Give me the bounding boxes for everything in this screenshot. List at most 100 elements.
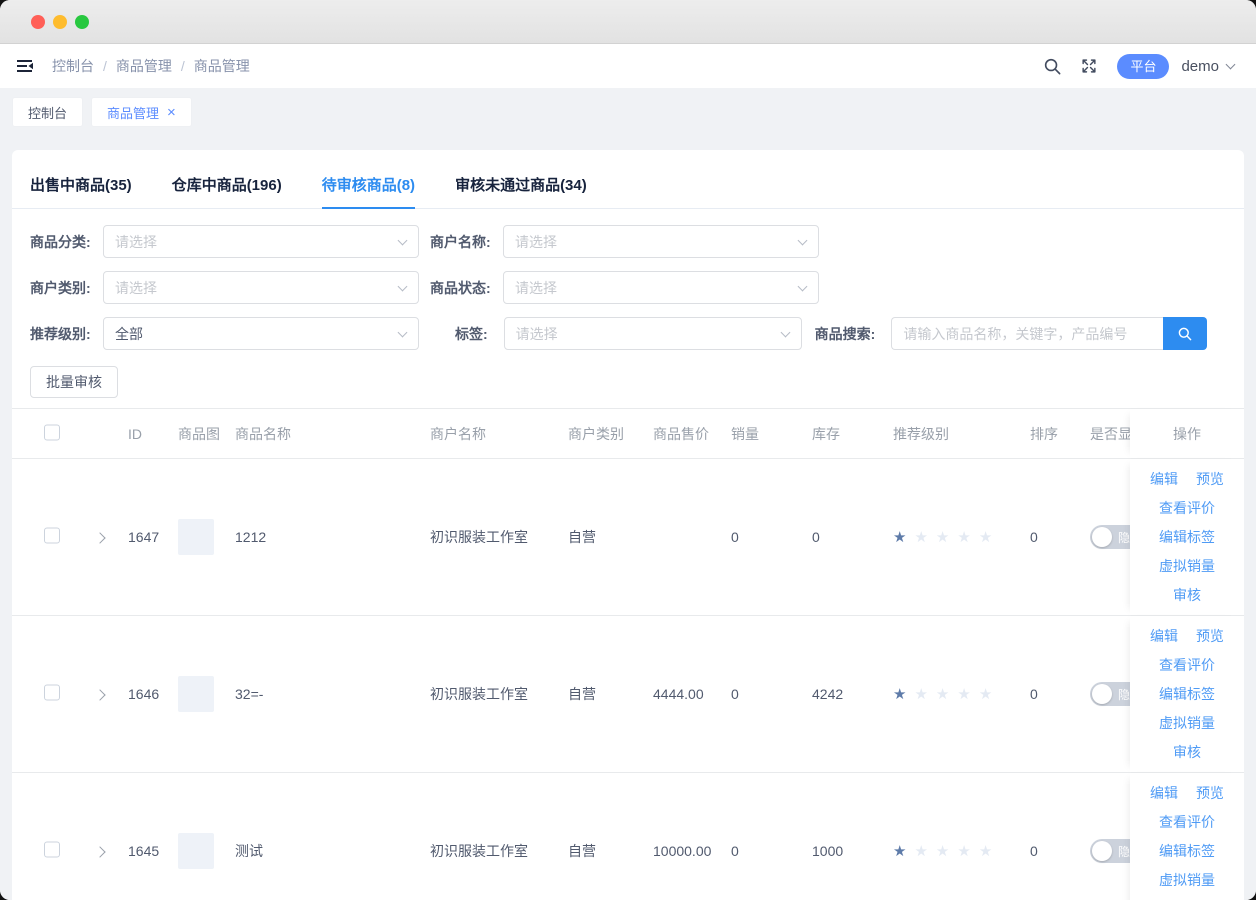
tab-pending-review[interactable]: 待审核商品(8) (322, 174, 415, 209)
breadcrumb: 控制台 / 商品管理 / 商品管理 (52, 56, 250, 76)
chevron-down-icon (398, 236, 408, 246)
recommend-rating[interactable]: ★★★★★ (893, 685, 1000, 703)
tab-on-sale[interactable]: 出售中商品(35) (30, 174, 132, 208)
edit-link[interactable]: 编辑 (1150, 785, 1178, 801)
row-checkbox[interactable] (44, 842, 60, 858)
row-checkbox[interactable] (44, 528, 60, 544)
virtual-sales-link[interactable]: 虚拟销量 (1159, 872, 1215, 888)
merchant-type: 自营 (568, 684, 596, 704)
expand-row-icon[interactable] (96, 843, 104, 859)
preview-link[interactable]: 预览 (1196, 628, 1224, 644)
table-row: 1646 32=- 初识服装工作室 自营 4444.00 0 4242 ★★★★… (12, 616, 1244, 773)
row-checkbox[interactable] (44, 685, 60, 701)
header-merchant: 商户名称 (430, 424, 486, 444)
tab-in-warehouse[interactable]: 仓库中商品(196) (172, 174, 282, 208)
product-category-select[interactable]: 请选择 (103, 225, 419, 258)
toggle-knob (1092, 684, 1112, 704)
review-link[interactable]: 审核 (1173, 587, 1201, 603)
header-sort: 排序 (1030, 424, 1058, 444)
preview-link[interactable]: 预览 (1196, 785, 1224, 801)
chevron-down-icon (398, 328, 408, 338)
merchant-name: 初识服装工作室 (430, 527, 528, 547)
bulk-review-button[interactable]: 批量审核 (30, 366, 118, 398)
edit-link[interactable]: 编辑 (1150, 628, 1178, 644)
tag-select[interactable]: 请选择 (504, 317, 802, 350)
product-id: 1645 (128, 843, 159, 859)
review-link[interactable]: 审核 (1173, 744, 1201, 760)
recommend-rating[interactable]: ★★★★★ (893, 842, 1000, 860)
search-button[interactable] (1163, 317, 1207, 350)
product-search-input[interactable] (891, 317, 1163, 350)
product-search-group (891, 317, 1207, 350)
product-status-tabs: 出售中商品(35) 仓库中商品(196) 待审核商品(8) 审核未通过商品(34… (12, 150, 1244, 209)
product-table: ID 商品图 商品名称 商户名称 商户类别 商品售价 销量 库存 推荐级别 排序… (12, 408, 1244, 900)
merchant-type-label: 商户类别: (30, 278, 95, 298)
sort-value: 0 (1030, 843, 1038, 859)
close-window-button[interactable] (31, 15, 45, 29)
recommend-level-select[interactable]: 全部 (103, 317, 419, 350)
recommend-rating[interactable]: ★★★★★ (893, 528, 1000, 546)
product-sales: 0 (731, 843, 739, 859)
chevron-down-icon (798, 282, 808, 292)
header-actions: 平台 demo (1042, 54, 1234, 79)
edit-tags-link[interactable]: 编辑标签 (1159, 529, 1215, 545)
merchant-type: 自营 (568, 527, 596, 547)
breadcrumb-item-console[interactable]: 控制台 (52, 56, 94, 76)
user-menu[interactable]: demo (1181, 58, 1234, 75)
sidebar-collapse-icon[interactable] (14, 55, 36, 77)
filter-form: 商品分类: 请选择 商户名称: 请选择 商户类别: 请选择 (12, 209, 1244, 350)
product-stock: 1000 (812, 843, 843, 859)
expand-row-icon[interactable] (96, 686, 104, 702)
close-tag-icon[interactable]: × (167, 105, 176, 120)
search-icon[interactable] (1042, 56, 1062, 76)
zoom-window-button[interactable] (75, 15, 89, 29)
edit-link[interactable]: 编辑 (1150, 471, 1178, 487)
tag-product-management[interactable]: 商品管理 × (91, 97, 192, 127)
header-name: 商品名称 (235, 424, 291, 444)
product-price: 10000.00 (653, 843, 711, 859)
recommend-level-label: 推荐级别: (30, 324, 95, 344)
merchant-name: 初识服装工作室 (430, 684, 528, 704)
merchant-name-select[interactable]: 请选择 (503, 225, 819, 258)
product-name: 测试 (235, 841, 263, 861)
header-recommend: 推荐级别 (893, 424, 949, 444)
view-reviews-link[interactable]: 查看评价 (1159, 500, 1215, 516)
virtual-sales-link[interactable]: 虚拟销量 (1159, 715, 1215, 731)
tag-console[interactable]: 控制台 (12, 97, 83, 127)
breadcrumb-separator: / (103, 58, 107, 74)
view-reviews-link[interactable]: 查看评价 (1159, 814, 1215, 830)
table-row: 1645 测试 初识服装工作室 自营 10000.00 0 1000 ★★★★★… (12, 773, 1244, 900)
toggle-knob (1092, 527, 1112, 547)
preview-link[interactable]: 预览 (1196, 471, 1224, 487)
product-status-select[interactable]: 请选择 (503, 271, 819, 304)
product-price: 4444.00 (653, 686, 704, 702)
view-reviews-link[interactable]: 查看评价 (1159, 657, 1215, 673)
fullscreen-icon[interactable] (1079, 56, 1099, 76)
merchant-type-select[interactable]: 请选择 (103, 271, 419, 304)
breadcrumb-item-current: 商品管理 (194, 56, 250, 76)
sort-value: 0 (1030, 529, 1038, 545)
minimize-window-button[interactable] (53, 15, 67, 29)
select-placeholder: 请选择 (515, 232, 557, 252)
merchant-name: 初识服装工作室 (430, 841, 528, 861)
chevron-down-icon (398, 282, 408, 292)
header-merchant-type: 商户类别 (568, 424, 624, 444)
edit-tags-link[interactable]: 编辑标签 (1159, 686, 1215, 702)
select-placeholder: 请选择 (516, 324, 558, 344)
product-sales: 0 (731, 529, 739, 545)
breadcrumb-item-product-management[interactable]: 商品管理 (116, 56, 172, 76)
app-header: 控制台 / 商品管理 / 商品管理 平台 demo (0, 44, 1256, 88)
header-stock: 库存 (812, 424, 840, 444)
select-placeholder: 请选择 (515, 278, 557, 298)
breadcrumb-separator: / (181, 58, 185, 74)
expand-row-icon[interactable] (96, 529, 104, 545)
edit-tags-link[interactable]: 编辑标签 (1159, 843, 1215, 859)
product-stock: 4242 (812, 686, 843, 702)
virtual-sales-link[interactable]: 虚拟销量 (1159, 558, 1215, 574)
product-name: 1212 (235, 529, 266, 545)
tab-review-failed[interactable]: 审核未通过商品(34) (455, 174, 587, 208)
select-all-checkbox[interactable] (44, 424, 60, 440)
titlebar (0, 0, 1256, 44)
tag-filter-label: 标签: (455, 324, 488, 344)
main-area: 控制台 商品管理 × 出售中商品(35) 仓库中商品(196) 待审核商品(8)… (0, 88, 1256, 900)
